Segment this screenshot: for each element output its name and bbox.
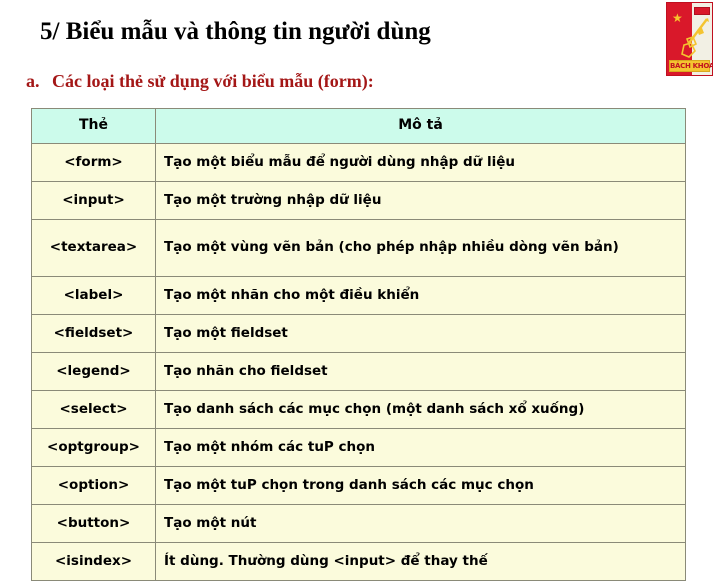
cell-description: Tạo nhãn cho fieldset bbox=[155, 352, 686, 391]
cell-tag: <option> bbox=[31, 466, 156, 505]
subtitle: a. Các loại thẻ sử dụng với biểu mẫu (fo… bbox=[26, 70, 374, 92]
page-title: 5/ Biểu mẫu và thông tin người dùng bbox=[40, 18, 431, 45]
table-body: <form> Tạo một biểu mẫu để người dùng nhậ… bbox=[31, 143, 686, 581]
cell-tag: <input> bbox=[31, 181, 156, 220]
table-row: <optgroup> Tạo một nhóm các tuP chọn bbox=[31, 428, 686, 467]
cell-description: Tạo danh sách các mục chọn (một danh sác… bbox=[155, 390, 686, 429]
table-header-row: Thẻ Mô tả bbox=[31, 108, 686, 144]
table-row: <select> Tạo danh sách các mục chọn (một … bbox=[31, 390, 686, 429]
cell-tag: <optgroup> bbox=[31, 428, 156, 467]
cell-description: Tạo một fieldset bbox=[155, 314, 686, 353]
table-row: <isindex> Ít dùng. Thường dùng <input> để… bbox=[31, 542, 686, 581]
table-row: <legend> Tạo nhãn cho fieldset bbox=[31, 352, 686, 391]
cell-tag: <isindex> bbox=[31, 542, 156, 581]
cell-description: Tạo một trường nhập dữ liệu bbox=[155, 181, 686, 220]
cell-tag: <label> bbox=[31, 276, 156, 315]
logo-banner-icon bbox=[694, 7, 710, 15]
table-row: <button> Tạo một nút bbox=[31, 504, 686, 543]
column-header-tag: Thẻ bbox=[31, 108, 156, 144]
column-header-description: Mô tả bbox=[155, 108, 686, 144]
slide-canvas: BÁCH KHOA 5/ Biểu mẫu và thông tin người… bbox=[0, 0, 720, 581]
cell-tag: <textarea> bbox=[31, 219, 156, 277]
cell-tag: <form> bbox=[31, 143, 156, 182]
table-row: <input> Tạo một trường nhập dữ liệu bbox=[31, 181, 686, 220]
subtitle-list-marker: a. bbox=[26, 71, 40, 91]
cell-tag: <legend> bbox=[31, 352, 156, 391]
cell-description: Tạo một nút bbox=[155, 504, 686, 543]
table-row: <form> Tạo một biểu mẫu để người dùng nhậ… bbox=[31, 143, 686, 182]
cell-tag: <fieldset> bbox=[31, 314, 156, 353]
bach-khoa-logo: BÁCH KHOA bbox=[666, 2, 713, 76]
cell-description: Tạo một biểu mẫu để người dùng nhập dữ l… bbox=[155, 143, 686, 182]
table-row: <option> Tạo một tuP chọn trong danh sách… bbox=[31, 466, 686, 505]
cell-description: Tạo một nhãn cho một điều khiển bbox=[155, 276, 686, 315]
table-row: <label> Tạo một nhãn cho một điều khiển bbox=[31, 276, 686, 315]
table-head: Thẻ Mô tả bbox=[31, 108, 686, 144]
cell-description: Tạo một tuP chọn trong danh sách các mục… bbox=[155, 466, 686, 505]
cell-description: Tạo một nhóm các tuP chọn bbox=[155, 428, 686, 467]
table-row: <textarea> Tạo một vùng vẽn bản (cho phép… bbox=[31, 219, 686, 277]
logo-caption: BÁCH KHOA bbox=[669, 60, 713, 72]
cell-description: Ít dùng. Thường dùng <input> để thay thế bbox=[155, 542, 686, 581]
subtitle-text: Các loại thẻ sử dụng với biểu mẫu (form)… bbox=[52, 71, 374, 91]
cell-tag: <button> bbox=[31, 504, 156, 543]
table-row: <fieldset> Tạo một fieldset bbox=[31, 314, 686, 353]
logo-caption-text: BÁCH KHOA bbox=[670, 62, 713, 70]
torch-icon bbox=[681, 18, 709, 58]
cell-description: Tạo một vùng vẽn bản (cho phép nhập nhiề… bbox=[155, 219, 686, 277]
html-form-tags-table: Thẻ Mô tả <form> Tạo một biểu mẫu để ngườ… bbox=[31, 108, 686, 581]
cell-tag: <select> bbox=[31, 390, 156, 429]
